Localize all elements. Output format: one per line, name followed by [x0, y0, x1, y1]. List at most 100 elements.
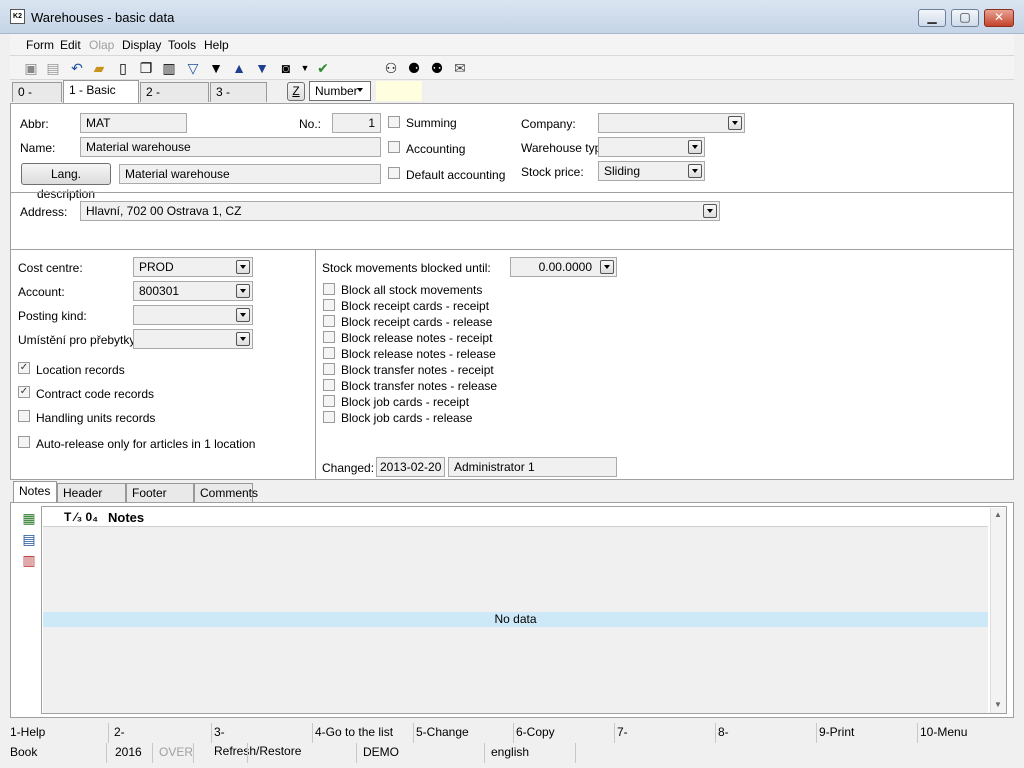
auto-release-checkbox[interactable]	[18, 436, 30, 448]
f5-key[interactable]: 5-Change	[414, 723, 514, 743]
f2-key[interactable]: 2-	[112, 723, 212, 743]
f6-key[interactable]: 6-Copy	[514, 723, 615, 743]
chevron-down-icon[interactable]	[236, 260, 250, 274]
no-field[interactable]: 1	[332, 113, 381, 133]
mail-icon[interactable]: ✉	[451, 59, 469, 77]
menu-tools[interactable]: Tools	[168, 38, 196, 52]
blocked-until-field[interactable]: 0.00.0000	[510, 257, 617, 277]
f7-key[interactable]: 7-	[615, 723, 716, 743]
add-note-icon[interactable]: ▦	[20, 509, 38, 527]
block-all-checkbox[interactable]	[323, 283, 335, 295]
warehouse-type-label: Warehouse type	[521, 141, 599, 155]
arrow-up-icon[interactable]: ▲	[230, 59, 248, 77]
account-select[interactable]: 800301	[133, 281, 253, 301]
tab-zones[interactable]: 3 - Zones	[210, 82, 267, 118]
block-release-receipt-checkbox[interactable]	[323, 331, 335, 343]
surplus-location-select[interactable]	[133, 329, 253, 349]
accounting-checkbox[interactable]	[388, 141, 400, 153]
binoculars-icon[interactable]: ⚇	[382, 59, 400, 77]
menu-edit[interactable]: Edit	[60, 38, 81, 52]
close-button[interactable]: ✕	[984, 9, 1014, 27]
sort-select[interactable]: Number	[309, 81, 371, 101]
f9-key[interactable]: 9-Print	[817, 723, 918, 743]
location-records-checkbox[interactable]: ✓	[18, 362, 30, 374]
tab-header-text[interactable]: Header text	[57, 483, 126, 518]
tab-book[interactable]: 0 - Book	[12, 82, 62, 118]
new-document-icon[interactable]: ▯	[114, 59, 132, 77]
chevron-down-icon[interactable]	[688, 164, 702, 178]
summing-label: Summing	[406, 116, 457, 130]
sort-value-box[interactable]	[376, 81, 422, 101]
f1-key[interactable]: 1-Help	[8, 723, 109, 743]
address-select[interactable]: Hlavní, 702 00 Ostrava 1, CZ	[80, 201, 720, 221]
scroll-up-icon[interactable]: ▲	[994, 510, 1002, 519]
status-bar: Book 2016 OVER DEMO english	[8, 743, 1016, 763]
chevron-down-icon[interactable]	[600, 260, 614, 274]
book-icon[interactable]: ▥	[160, 59, 178, 77]
lang-description-button[interactable]: Lang. description	[21, 163, 111, 201]
block-job-release-checkbox[interactable]	[323, 411, 335, 423]
undo-icon[interactable]: ↶	[68, 59, 86, 77]
block-transfer-release-checkbox[interactable]	[323, 379, 335, 391]
chevron-down-icon[interactable]	[236, 308, 250, 322]
menu-help[interactable]: Help	[204, 38, 229, 52]
summing-checkbox[interactable]	[388, 116, 400, 128]
f10-key[interactable]: 10-Menu	[918, 723, 1016, 743]
notes-column-header[interactable]: Notes	[108, 510, 144, 525]
scrollbar[interactable]	[990, 508, 1006, 713]
camera-icon[interactable]: ◙	[277, 59, 295, 77]
chevron-down-icon[interactable]	[236, 332, 250, 346]
cost-centre-select[interactable]: PROD	[133, 257, 253, 277]
delete-note-icon[interactable]: ▥	[20, 551, 38, 569]
block-receipt-release-checkbox[interactable]	[323, 315, 335, 327]
menu-olap: Olap	[89, 38, 115, 52]
dropdown-icon[interactable]: ▼	[296, 59, 314, 77]
tab-footer-text[interactable]: Footer text	[126, 483, 194, 518]
chevron-down-icon[interactable]	[236, 284, 250, 298]
copy-icon[interactable]: ❐	[137, 59, 155, 77]
abbr-field[interactable]: MAT	[80, 113, 187, 133]
tab-basic-data[interactable]: 1 - Basic data	[63, 80, 139, 116]
stock-price-value: Sliding	[604, 164, 641, 178]
block-job-receipt-checkbox[interactable]	[323, 395, 335, 407]
find-next-icon[interactable]: ⚈	[405, 59, 423, 77]
find-replace-icon[interactable]: ⚉	[428, 59, 446, 77]
name-field[interactable]: Material warehouse	[80, 137, 381, 157]
scroll-down-icon[interactable]: ▼	[994, 700, 1002, 709]
z-button[interactable]: Z	[287, 82, 305, 101]
f4-key[interactable]: 4-Go to the list	[313, 723, 414, 743]
minimize-button[interactable]: ▁	[918, 9, 946, 27]
menu-form[interactable]: Form	[26, 38, 54, 52]
lang-description-field[interactable]: Material warehouse	[119, 164, 381, 184]
block-transfer-receipt-checkbox[interactable]	[323, 363, 335, 375]
f3-key[interactable]: 3-Refresh/Restore	[212, 723, 313, 758]
tab-relations[interactable]: 2 - Relations	[140, 82, 209, 118]
chevron-down-icon[interactable]	[703, 204, 717, 218]
block-release-release-checkbox[interactable]	[323, 347, 335, 359]
maximize-button[interactable]: ▢	[951, 9, 979, 27]
chevron-down-icon[interactable]	[688, 140, 702, 154]
handling-units-records-checkbox[interactable]	[18, 410, 30, 422]
filter-clear-icon[interactable]: ▼	[207, 59, 225, 77]
f8-key[interactable]: 8-	[716, 723, 817, 743]
account-label: Account:	[18, 285, 65, 299]
arrow-down-icon[interactable]: ▼	[253, 59, 271, 77]
notes-grid-header	[43, 508, 988, 527]
menu-display[interactable]: Display	[122, 38, 161, 52]
default-accounting-checkbox[interactable]	[388, 167, 400, 179]
tab-notes[interactable]: Notes	[13, 481, 57, 503]
open-folder-icon[interactable]: ▰	[90, 59, 108, 77]
filter-icon[interactable]: ▽	[184, 59, 202, 77]
edit-note-icon[interactable]: ▤	[20, 530, 38, 548]
stock-price-select[interactable]: Sliding	[598, 161, 705, 181]
refresh-icon[interactable]: ✔	[314, 59, 332, 77]
contract-code-records-checkbox[interactable]: ✓	[18, 386, 30, 398]
posting-kind-select[interactable]	[133, 305, 253, 325]
company-select[interactable]	[598, 113, 745, 133]
save-all-icon[interactable]: ▤	[44, 59, 62, 77]
warehouse-type-select[interactable]	[598, 137, 705, 157]
chevron-down-icon[interactable]	[728, 116, 742, 130]
block-receipt-receipt-checkbox[interactable]	[323, 299, 335, 311]
tab-comments[interactable]: Comments	[194, 483, 258, 502]
save-icon[interactable]: ▣	[22, 59, 40, 77]
